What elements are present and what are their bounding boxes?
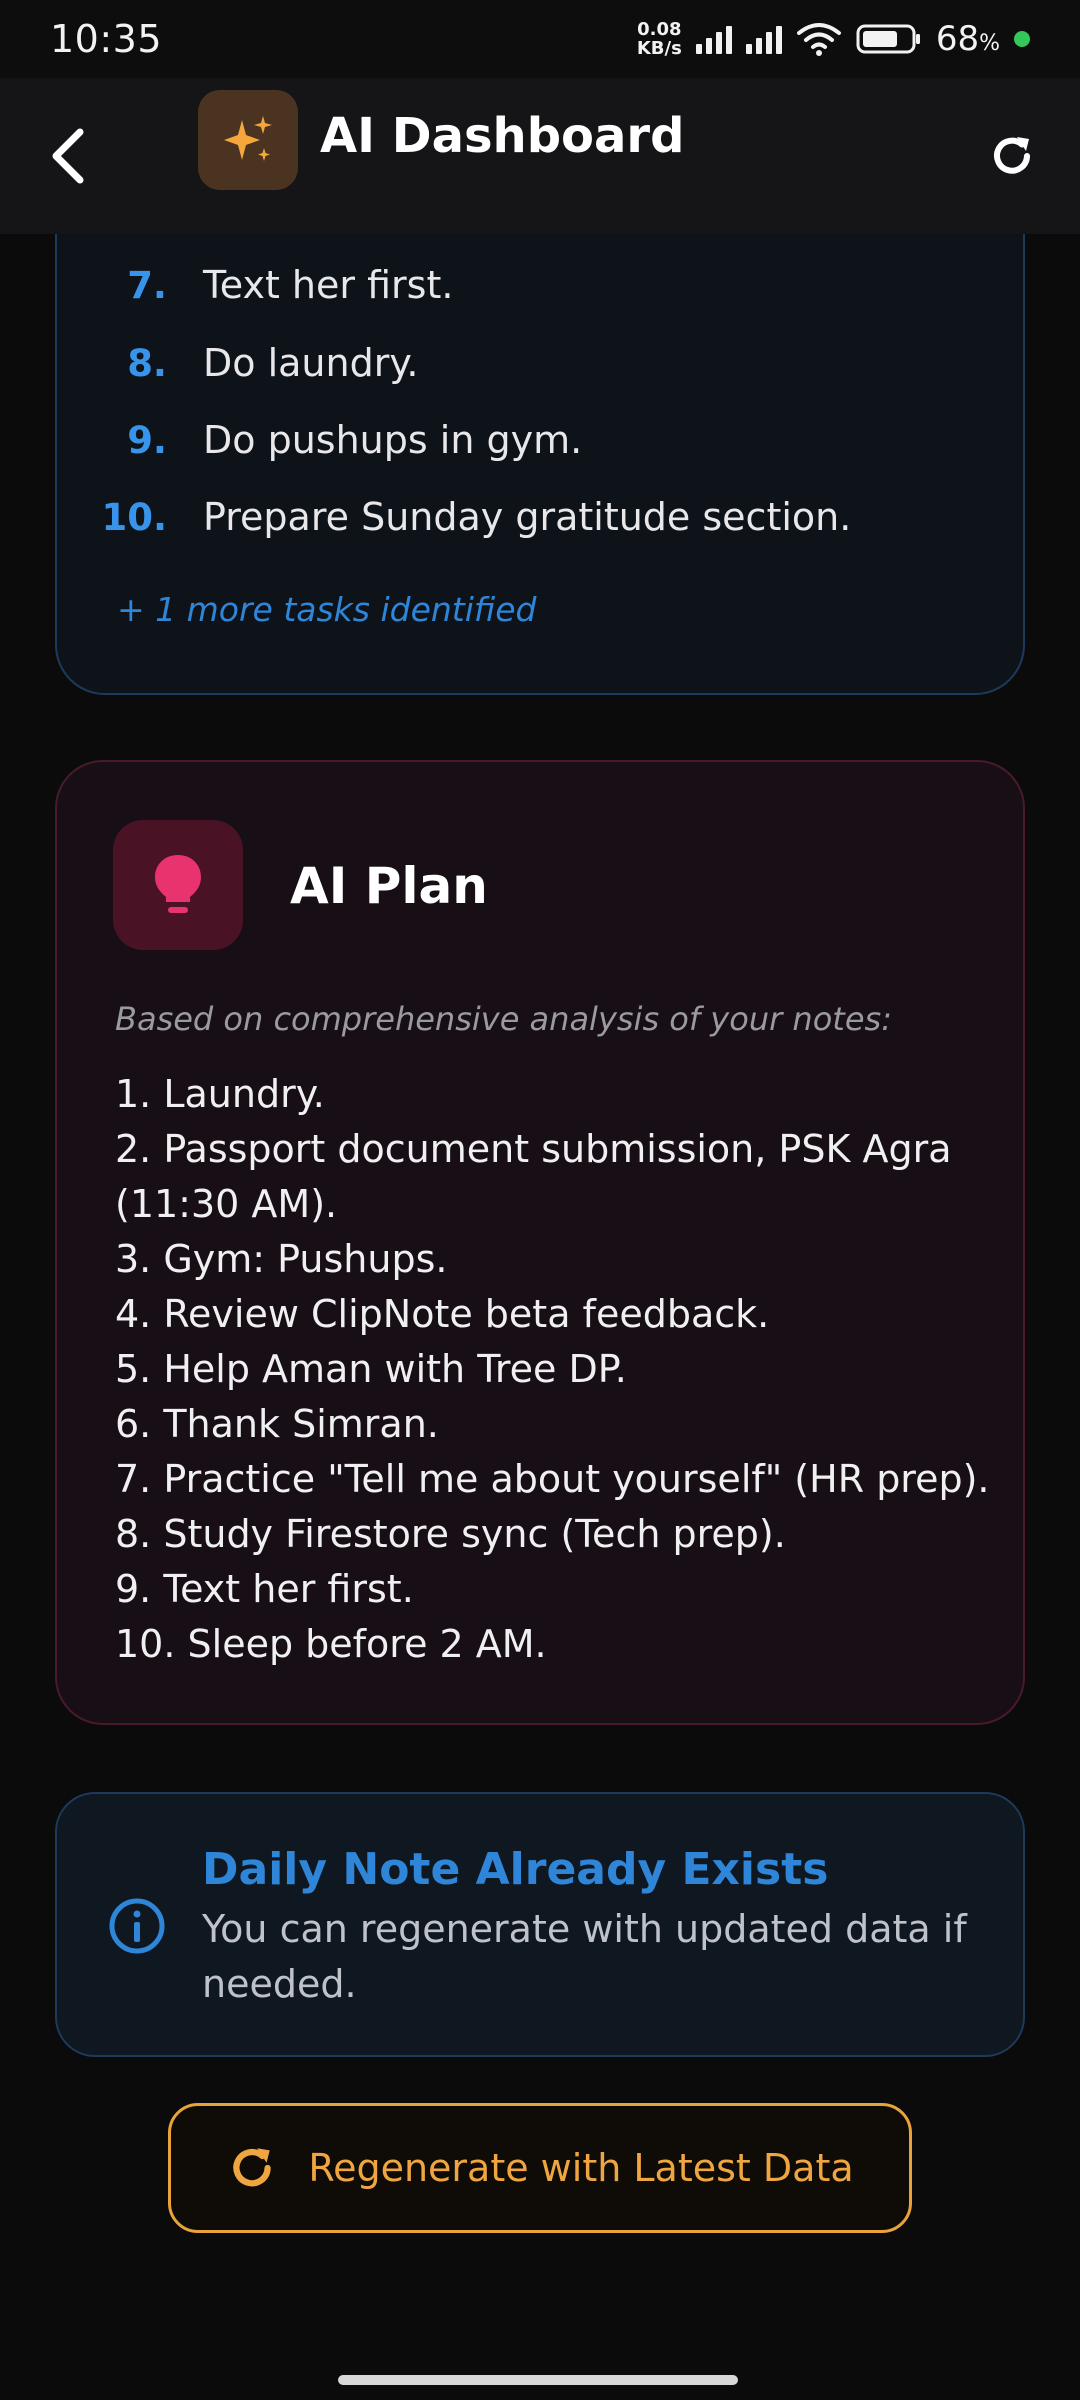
back-arrow-icon <box>52 128 84 184</box>
task-number: 7. <box>127 263 167 307</box>
refresh-icon <box>994 137 1030 174</box>
plan-line: 8. Study Firestore sync (Tech prep). <box>115 1512 786 1556</box>
plan-line: 2. Passport document submission, PSK Agr… <box>115 1127 952 1171</box>
plan-line: 6. Thank Simran. <box>115 1402 439 1446</box>
network-speed-unit: KB/s <box>636 38 682 59</box>
app-bar: AI Dashboard <box>0 78 1080 234</box>
task-text: Do pushups in gym. <box>203 418 583 462</box>
plan-line: 10. Sleep before 2 AM. <box>115 1622 547 1666</box>
lightbulb-icon <box>155 855 201 913</box>
gesture-bar[interactable] <box>338 2375 738 2385</box>
refresh-icon <box>233 2148 272 2187</box>
plan-icon-box <box>113 820 243 950</box>
plan-line: (11:30 AM). <box>115 1182 338 1226</box>
battery-icon <box>856 23 922 55</box>
task-text: Do laundry. <box>203 341 419 385</box>
task-text: Prepare Sunday gratitude section. <box>203 495 852 539</box>
wifi-icon <box>796 21 842 57</box>
battery-percent-symbol: % <box>979 31 1000 56</box>
privacy-indicator-dot <box>1014 31 1030 47</box>
plan-intro: Based on comprehensive analysis of your … <box>115 1000 892 1038</box>
task-number: 10. <box>101 495 167 539</box>
status-bar: 10:35 0.08 KB/s 68% <box>0 0 1080 78</box>
plan-list: 1. Laundry. 2. Passport document submiss… <box>115 1067 995 1672</box>
plan-title: AI Plan <box>290 857 488 915</box>
signal-icon <box>695 24 732 54</box>
network-speed: 0.08 KB/s <box>637 20 682 58</box>
regenerate-label: Regenerate with Latest Data <box>308 2146 854 2190</box>
network-speed-value: 0.08 <box>637 19 682 40</box>
task-text: Text her first. <box>203 263 454 307</box>
task-row: 9. Do pushups in gym. <box>57 410 1023 470</box>
status-icons: 0.08 KB/s 68% <box>637 19 1030 59</box>
plan-line: 1. Laundry. <box>115 1072 325 1116</box>
refresh-button[interactable] <box>980 124 1044 188</box>
battery-percent: 68% <box>936 19 1000 59</box>
info-text: You can regenerate with updated data if … <box>202 1907 967 2006</box>
plan-line: 7. Practice "Tell me about yourself" (HR… <box>115 1457 990 1501</box>
more-tasks-label: + 1 more tasks identified <box>117 590 537 629</box>
plan-line: 4. Review ClipNote beta feedback. <box>115 1292 770 1336</box>
info-title: Daily Note Already Exists <box>202 1844 829 1895</box>
sparkles-icon <box>224 116 272 161</box>
task-row: 7. Text her first. <box>57 255 1023 315</box>
task-number: 9. <box>127 418 167 462</box>
ai-plan-card: AI Plan Based on comprehensive analysis … <box>55 760 1025 1725</box>
info-icon <box>109 1898 165 1954</box>
task-row: 10. Prepare Sunday gratitude section. <box>57 487 1023 547</box>
signal-icon <box>745 24 782 54</box>
battery-percent-value: 68 <box>935 19 980 59</box>
plan-line: 3. Gym: Pushups. <box>115 1237 448 1281</box>
task-row: 8. Do laundry. <box>57 333 1023 393</box>
page-title: AI Dashboard <box>320 108 685 164</box>
regenerate-button[interactable]: Regenerate with Latest Data <box>168 2103 912 2233</box>
plan-line: 5. Help Aman with Tree DP. <box>115 1347 627 1391</box>
status-time: 10:35 <box>50 17 163 61</box>
back-button[interactable] <box>36 124 100 188</box>
daily-note-info-card: Daily Note Already Exists You can regene… <box>55 1792 1025 2057</box>
task-number: 8. <box>127 341 167 385</box>
app-logo <box>198 90 298 190</box>
plan-line: 9. Text her first. <box>115 1567 414 1611</box>
screen: 10:35 0.08 KB/s 68% 7. Text her first. 8… <box>0 0 1080 2400</box>
